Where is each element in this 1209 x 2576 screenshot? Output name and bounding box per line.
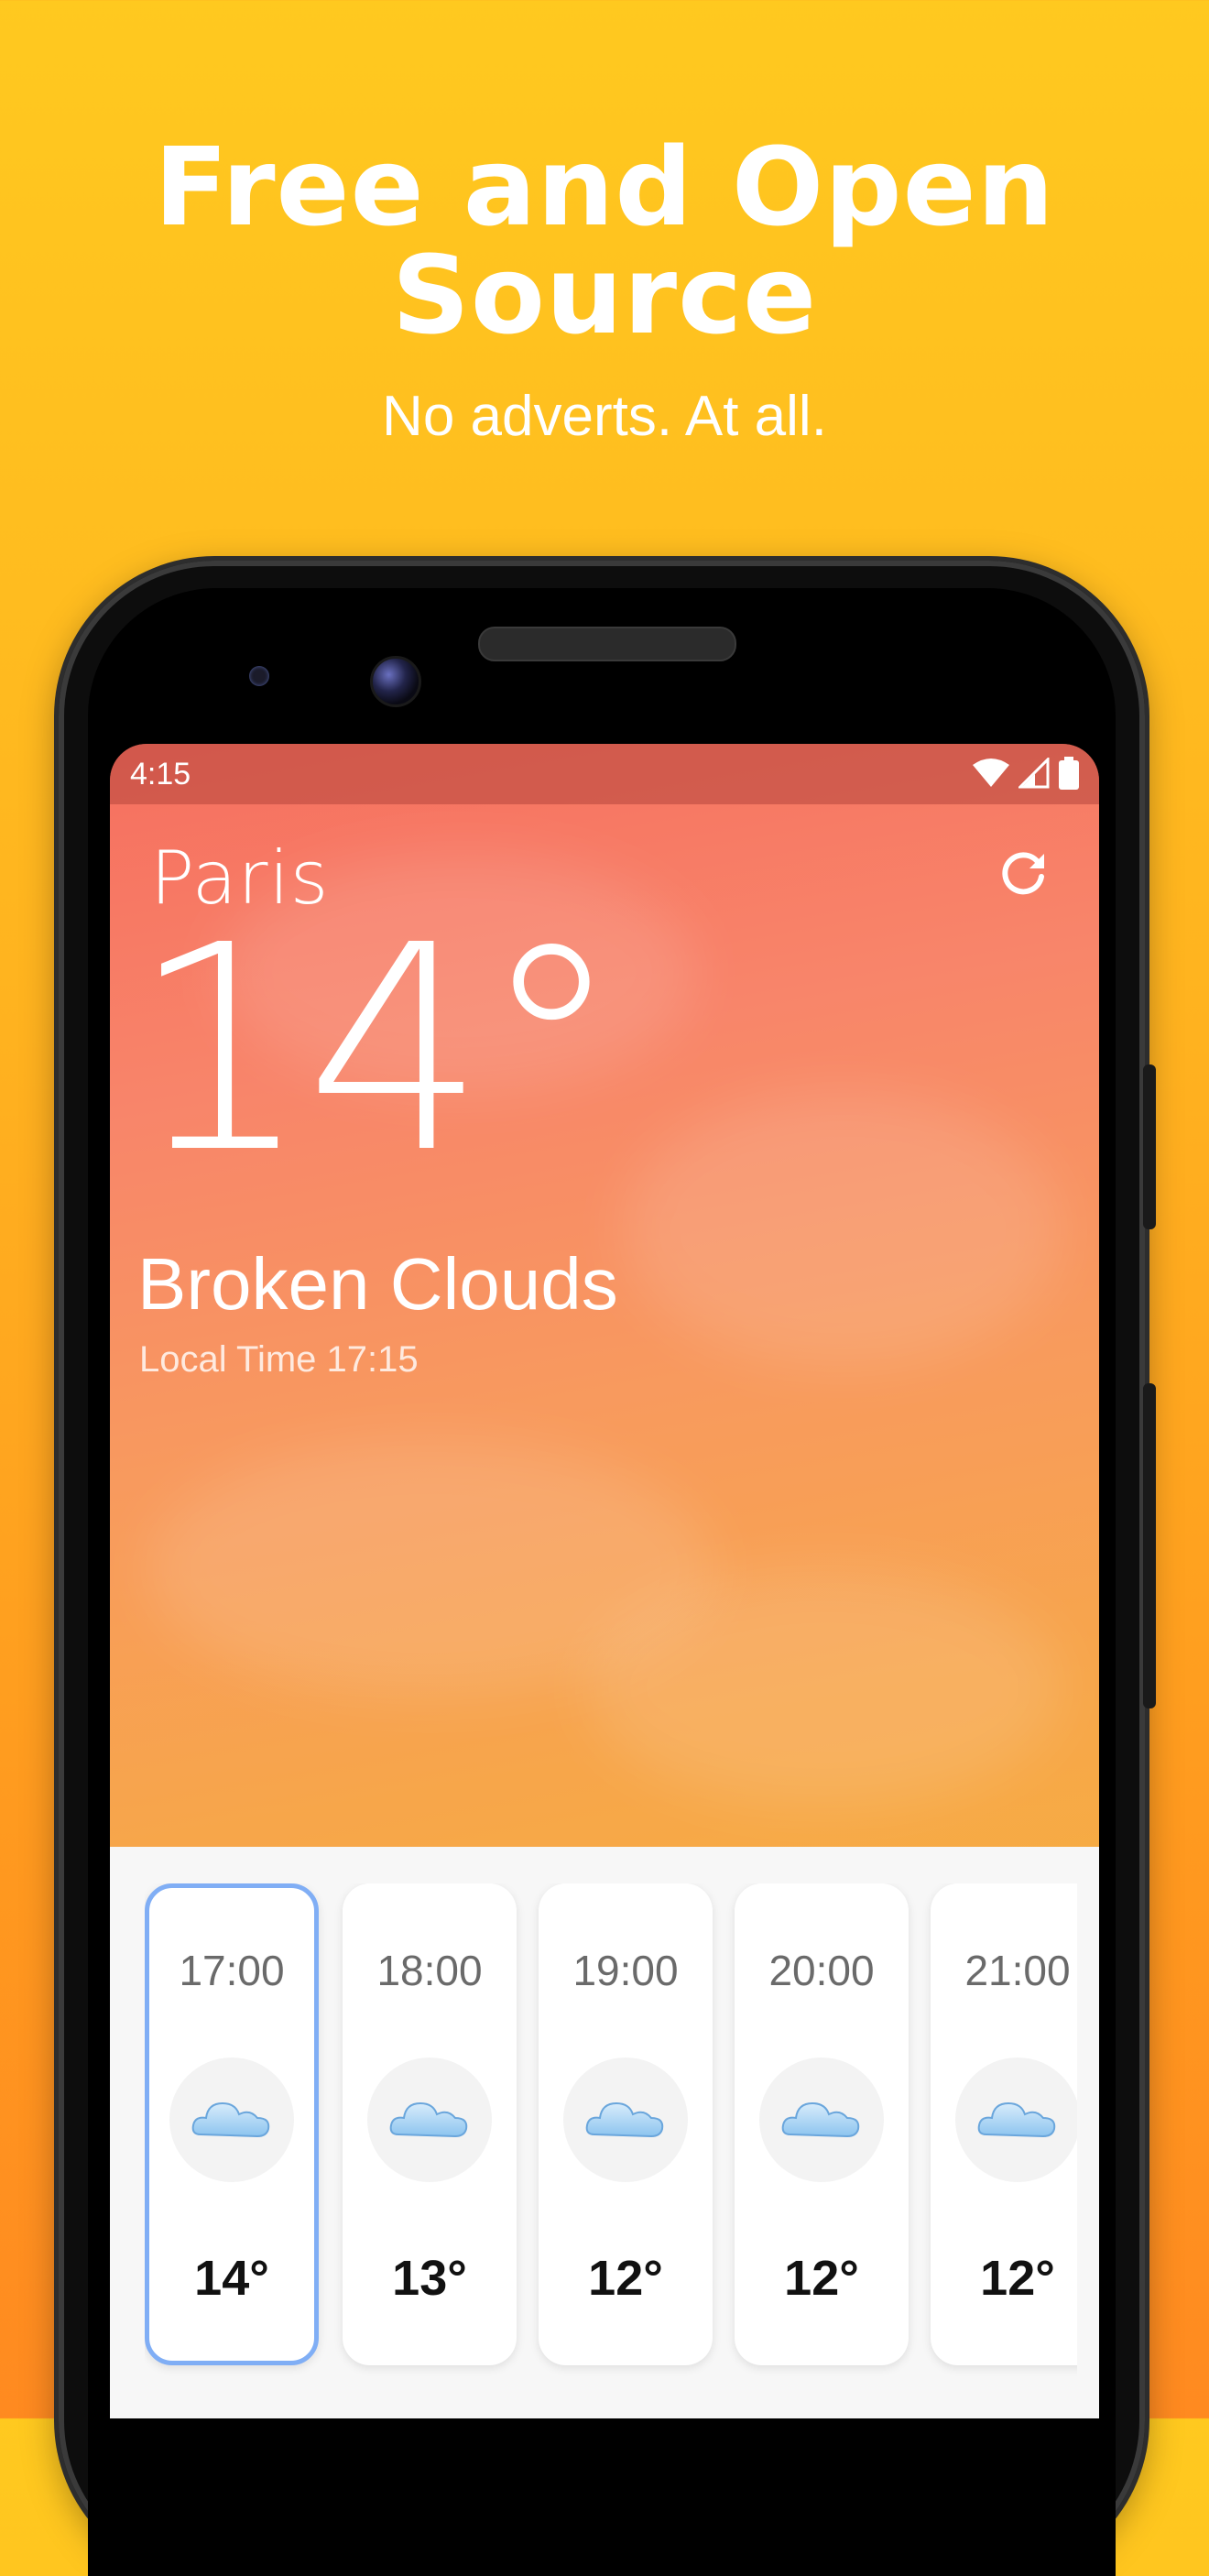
phone-volume-button	[1143, 1064, 1156, 1229]
hourly-forecast-panel: 17:00 14° 18:00 13° 19:00 12° 20:00 12° …	[110, 1847, 1099, 2418]
forecast-time: 19:00	[572, 1947, 679, 1994]
status-icons	[973, 757, 1079, 790]
forecast-time: 20:00	[768, 1947, 875, 1994]
cloud-icon	[585, 2101, 664, 2138]
cell-signal-icon	[1018, 758, 1050, 789]
forecast-icon-background	[955, 2058, 1077, 2182]
hourly-forecast-list[interactable]: 17:00 14° 18:00 13° 19:00 12° 20:00 12° …	[145, 1883, 1077, 2396]
forecast-temp: 14°	[194, 2251, 269, 2306]
phone-power-button	[1143, 1383, 1156, 1708]
phone-speaker	[478, 627, 736, 661]
forecast-icon-background	[563, 2058, 688, 2182]
phone-front-camera	[370, 656, 421, 707]
forecast-card[interactable]: 20:00 12°	[735, 1883, 909, 2365]
forecast-card[interactable]: 19:00 12°	[539, 1883, 713, 2365]
promo-title: Free and Open Source	[0, 133, 1209, 349]
local-time: Local Time 17:15	[139, 1339, 419, 1380]
forecast-temp: 12°	[980, 2251, 1055, 2306]
forecast-icon-background	[169, 2058, 294, 2182]
cloud-icon	[191, 2101, 270, 2138]
phone-sensor	[249, 666, 269, 686]
forecast-temp: 13°	[392, 2251, 467, 2306]
forecast-card[interactable]: 18:00 13°	[343, 1883, 517, 2365]
battery-icon	[1059, 757, 1079, 790]
promo-title-line-2: Source	[391, 232, 818, 358]
forecast-icon-background	[759, 2058, 884, 2182]
cloud-icon	[389, 2101, 468, 2138]
status-time: 4:15	[130, 757, 191, 791]
forecast-time: 17:00	[179, 1947, 285, 1994]
weather-condition: Broken Clouds	[137, 1243, 618, 1325]
cloud-icon	[781, 2101, 860, 2138]
sky-cloud	[586, 1568, 1062, 1806]
app-screen: 4:15 Paris 14° Broken Clouds Local Time …	[110, 744, 1099, 2418]
forecast-temp: 12°	[784, 2251, 859, 2306]
refresh-icon[interactable]	[997, 846, 1050, 900]
forecast-card[interactable]: 21:00 12°	[931, 1883, 1077, 2365]
wifi-icon	[973, 759, 1009, 787]
promo-subtitle: No adverts. At all.	[382, 385, 827, 448]
sky-cloud	[623, 1092, 1062, 1367]
forecast-temp: 12°	[588, 2251, 663, 2306]
current-temperature: 14°	[130, 885, 622, 1216]
forecast-time: 21:00	[964, 1947, 1071, 1994]
status-bar: 4:15	[110, 744, 1099, 804]
promo-title-line-1: Free and Open	[154, 124, 1055, 250]
forecast-card[interactable]: 17:00 14°	[145, 1883, 319, 2365]
cloud-icon	[977, 2101, 1056, 2138]
forecast-icon-background	[367, 2058, 492, 2182]
forecast-time: 18:00	[376, 1947, 483, 1994]
